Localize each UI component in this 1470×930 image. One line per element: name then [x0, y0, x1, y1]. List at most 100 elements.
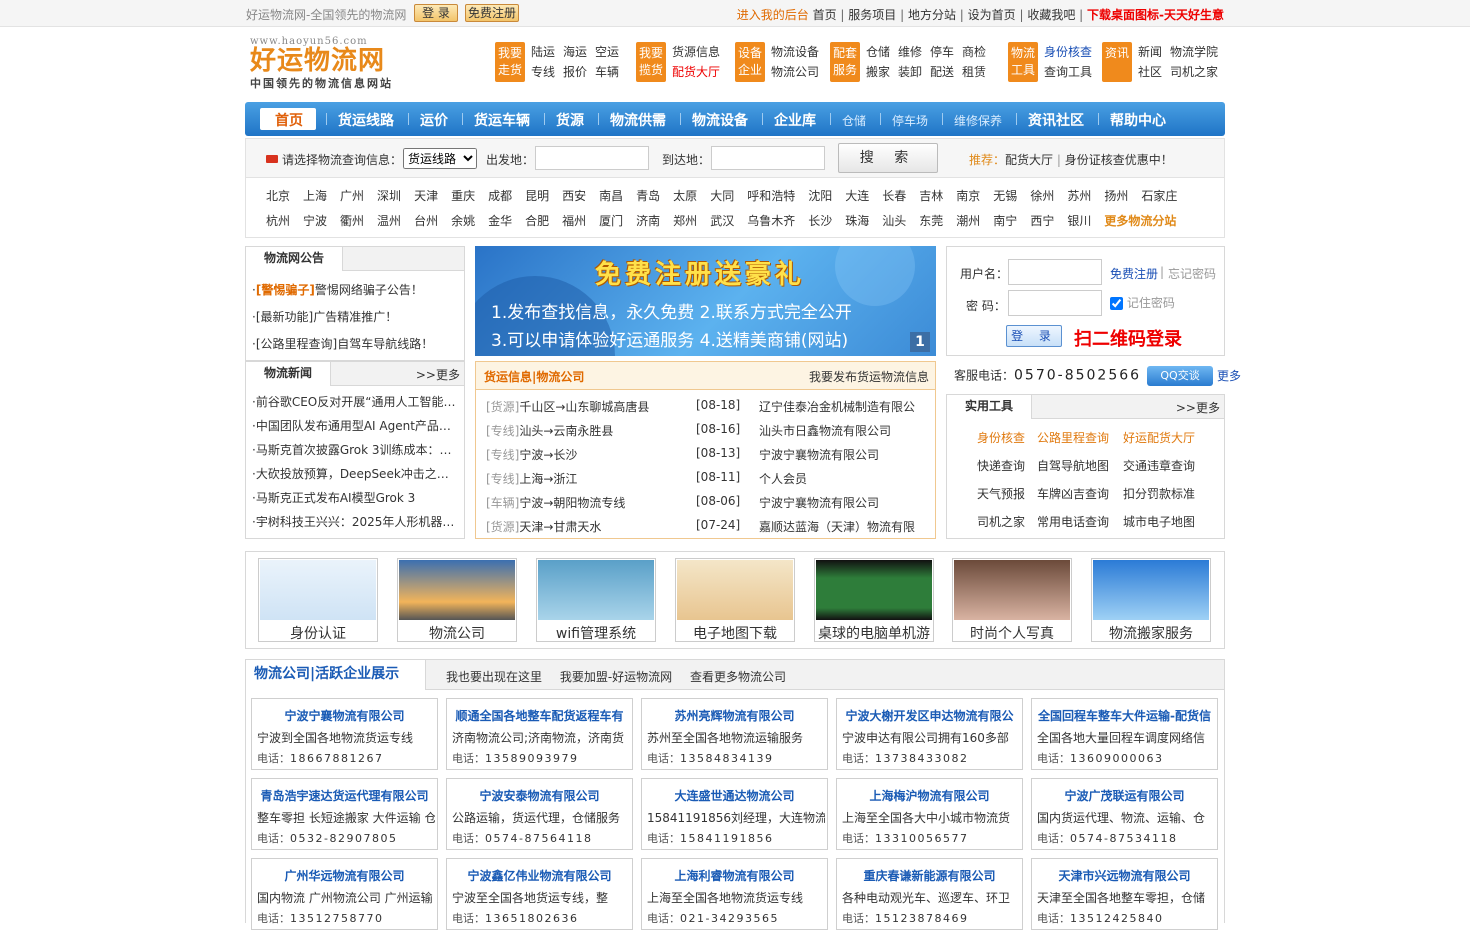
cargo-route[interactable]: [专线]宁波→长沙	[486, 446, 577, 463]
category-link[interactable]: 报价	[563, 62, 587, 82]
site-logo[interactable]: www.haoyun56.com 好运物流网 中国领先的物流信息网站	[250, 36, 430, 94]
city-link[interactable]: 吉林	[919, 187, 943, 204]
city-link[interactable]: 南宁	[993, 212, 1017, 229]
city-link[interactable]: 银川	[1067, 212, 1091, 229]
backend-link[interactable]: 进入我的后台	[737, 8, 809, 22]
tool-link[interactable]: 车牌凶吉查询	[1037, 485, 1109, 502]
feature-card[interactable]: 物流搬家服务	[1091, 558, 1211, 642]
notice-item[interactable]: ·[警惕骗子]警惕网络骗子公告！	[252, 277, 460, 304]
cargo-company[interactable]: 宁波宁襄物流有限公司	[759, 446, 929, 463]
city-link[interactable]: 沈阳	[808, 187, 832, 204]
tool-link[interactable]: 扣分罚款标准	[1123, 485, 1195, 502]
city-link[interactable]: 无锡	[993, 187, 1017, 204]
tel-more-link[interactable]: 更多	[1217, 369, 1241, 383]
company-name[interactable]: 宁波宁襄物流有限公司	[252, 707, 437, 724]
city-link[interactable]: 潮州	[956, 212, 980, 229]
nav-item[interactable]: 帮助中心	[1110, 110, 1166, 130]
category-link[interactable]: 仓储	[866, 42, 890, 62]
company-name[interactable]: 顺通全国各地整车配货返程车有	[447, 707, 632, 724]
company-name[interactable]: 青岛浩宇速达货运代理有限公司	[252, 787, 437, 804]
company-card[interactable]: 苏州亮辉物流有限公司 苏州至全国各地物流运输服务 电话：13584834139	[641, 698, 828, 770]
city-link[interactable]: 大同	[710, 187, 734, 204]
cargo-company[interactable]: 辽宁佳泰冶金机械制造有限公	[759, 398, 929, 415]
nav-item[interactable]: 维修保养	[954, 112, 1002, 129]
city-link[interactable]: 长春	[882, 187, 906, 204]
category-link[interactable]: 租赁	[962, 62, 986, 82]
download-link[interactable]: 下载桌面图标-天天好生意	[1087, 8, 1224, 22]
feature-card[interactable]: wifi管理系统	[536, 558, 656, 642]
category-link[interactable]: 查询工具	[1044, 62, 1092, 82]
home-link[interactable]: 首页	[813, 8, 837, 22]
recommend-link-1[interactable]: 配货大厅	[1005, 153, 1053, 167]
company-name[interactable]: 上海梅沪物流有限公司	[837, 787, 1022, 804]
city-link[interactable]: 西安	[562, 187, 586, 204]
category-tag[interactable]: 资讯	[1102, 42, 1132, 82]
company-name[interactable]: 宁波广茂联运有限公司	[1032, 787, 1217, 804]
cargo-company[interactable]: 宁波宁襄物流有限公司	[759, 494, 929, 511]
category-link[interactable]: 新闻	[1138, 42, 1162, 62]
more-companies-link[interactable]: 查看更多物流公司	[690, 670, 786, 684]
city-link[interactable]: 苏州	[1067, 187, 1091, 204]
login-button[interactable]: 登 录	[1006, 325, 1062, 347]
category-link[interactable]: 货源信息	[672, 42, 720, 62]
news-item[interactable]: ·中国团队发布通用型AI Agent产品…	[252, 414, 460, 438]
more-branches-link[interactable]: 更多物流分站	[1104, 212, 1176, 229]
recommend-link-2[interactable]: 身份证核查优惠中！	[1065, 153, 1173, 167]
feature-card[interactable]: 身份认证	[258, 558, 378, 642]
cargo-route[interactable]: [车辆]宁波→朝阳物流专线	[486, 494, 625, 511]
password-input[interactable]	[1008, 290, 1102, 316]
company-name[interactable]: 宁波大榭开发区申达物流有限公	[837, 707, 1022, 724]
city-link[interactable]: 福州	[562, 212, 586, 229]
cargo-route[interactable]: [专线]上海→浙江	[486, 470, 577, 487]
company-name[interactable]: 重庆春谦新能源有限公司	[837, 867, 1022, 884]
city-link[interactable]: 重庆	[451, 187, 475, 204]
company-card[interactable]: 上海梅沪物流有限公司 上海至全国各大中小城市物流货 电话：13310056577	[836, 778, 1023, 850]
city-link[interactable]: 上海	[303, 187, 327, 204]
tool-link[interactable]: 交通违章查询	[1123, 457, 1195, 474]
company-card[interactable]: 宁波广茂联运有限公司 国内货运代理、物流、运输、仓 电话：0574-87534118	[1031, 778, 1218, 850]
forgot-password-link[interactable]: 忘记密码	[1168, 265, 1216, 282]
city-link[interactable]: 大连	[845, 187, 869, 204]
cargo-route[interactable]: [货源]千山区→山东聊城高唐县	[486, 398, 649, 415]
city-link[interactable]: 厦门	[599, 212, 623, 229]
company-card[interactable]: 全国回程车整车大件运输-配货信 全国各地大量回程车调度网络信 电话：13609000…	[1031, 698, 1218, 770]
from-input[interactable]	[535, 146, 649, 170]
company-name[interactable]: 宁波鑫亿伟业物流有限公司	[447, 867, 632, 884]
category-link[interactable]: 搬家	[866, 62, 890, 82]
city-link[interactable]: 台州	[414, 212, 438, 229]
feature-card[interactable]: 桌球的电脑单机游	[814, 558, 934, 642]
news-item[interactable]: ·宇树科技王兴兴：2025年人形机器…	[252, 510, 460, 534]
city-link[interactable]: 扬州	[1104, 187, 1128, 204]
company-name[interactable]: 广州华远物流有限公司	[252, 867, 437, 884]
city-link[interactable]: 南昌	[599, 187, 623, 204]
tool-link[interactable]: 身份核查	[977, 429, 1025, 446]
city-link[interactable]: 石家庄	[1141, 187, 1177, 204]
category-tag[interactable]: 设备企业	[735, 42, 765, 82]
city-link[interactable]: 深圳	[377, 187, 401, 204]
category-link[interactable]: 装卸	[898, 62, 922, 82]
qr-login-link[interactable]: 扫二维码登录	[1074, 325, 1182, 351]
news-item[interactable]: ·马斯克首次披露Grok 3训练成本：…	[252, 438, 460, 462]
nav-item[interactable]: 物流供需	[610, 110, 666, 130]
company-name[interactable]: 天津市兴远物流有限公司	[1032, 867, 1217, 884]
register-banner[interactable]: 免费注册送豪礼 1.发布查找信息，永久免费 2.联系方式完全公开 3.可以申请体…	[475, 246, 936, 356]
company-card[interactable]: 青岛浩宇速达货运代理有限公司 整车零担 长短途搬家 大件运输 仓电话：0532-8…	[251, 778, 438, 850]
nav-item[interactable]: 货运车辆	[474, 110, 530, 130]
remember-me[interactable]: 记住密码	[1110, 294, 1175, 311]
city-link[interactable]: 珠海	[845, 212, 869, 229]
cargo-company[interactable]: 嘉顺达蓝海（天津）物流有限	[759, 518, 929, 535]
nav-item[interactable]: 企业库	[774, 110, 816, 130]
city-link[interactable]: 合肥	[525, 212, 549, 229]
city-link[interactable]: 太原	[673, 187, 697, 204]
city-link[interactable]: 广州	[340, 187, 364, 204]
category-link[interactable]: 社区	[1138, 62, 1162, 82]
search-button[interactable]: 搜 索	[838, 143, 938, 173]
city-link[interactable]: 汕头	[882, 212, 906, 229]
company-card[interactable]: 天津市兴远物流有限公司 天津至全国各地整车零担，仓储 电话：13512425840	[1031, 858, 1218, 930]
category-link[interactable]: 配送	[930, 62, 954, 82]
tool-link[interactable]: 好运配货大厅	[1123, 429, 1195, 446]
remember-checkbox[interactable]	[1110, 297, 1123, 310]
company-name[interactable]: 宁波安泰物流有限公司	[447, 787, 632, 804]
company-card[interactable]: 宁波安泰物流有限公司 公路运输，货运代理，仓储服务 电话：0574-87564118	[446, 778, 633, 850]
city-link[interactable]: 东莞	[919, 212, 943, 229]
